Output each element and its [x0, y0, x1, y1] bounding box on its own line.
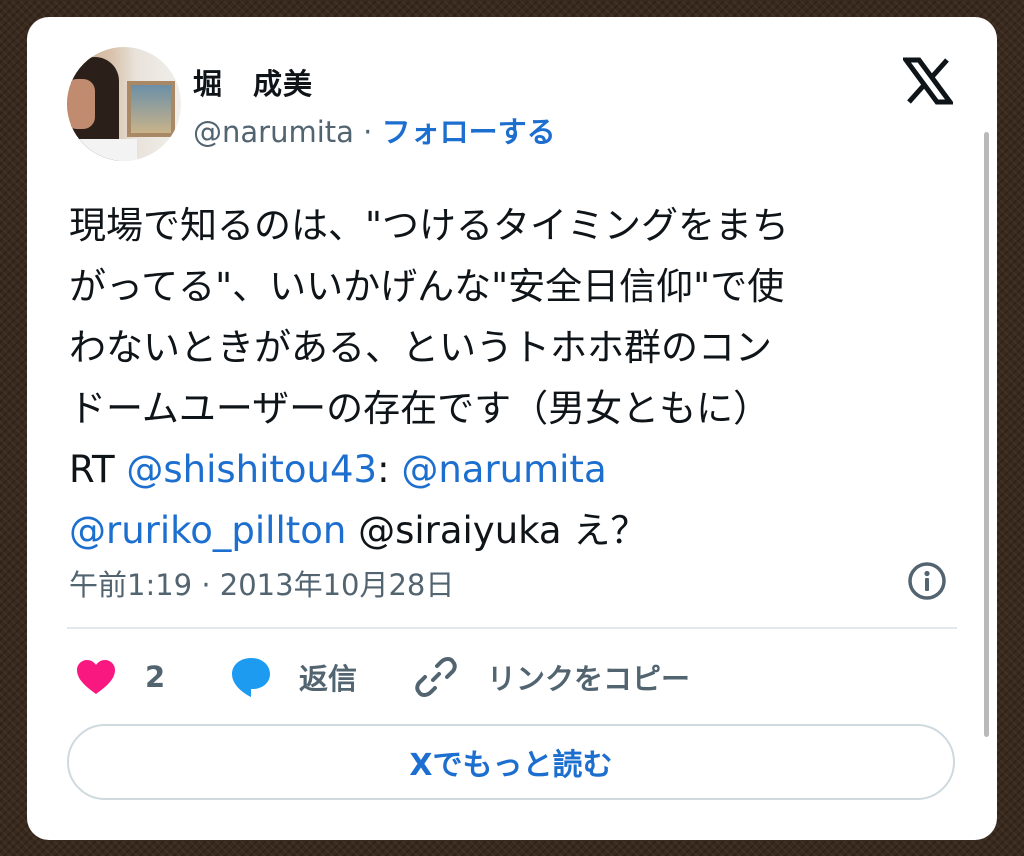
- copy-link-label: リンクをコピー: [487, 662, 691, 696]
- reply-label: 返信: [299, 662, 358, 696]
- author-handle[interactable]: @narumita: [193, 115, 354, 149]
- tweet-line: 現場で知るのは、"つけるタイミングをまち: [69, 204, 790, 247]
- reply-button[interactable]: 返信: [229, 652, 357, 702]
- embedded-tweet-card: 堀 成美 @narumita · フォローする 現場で知るのは、"つけるタイミン…: [27, 17, 997, 840]
- author-handle-row: @narumita · フォローする: [193, 109, 556, 151]
- follow-button[interactable]: フォローする: [382, 115, 556, 149]
- scrollbar[interactable]: [984, 132, 989, 737]
- reply-bubble-icon: [232, 658, 270, 697]
- link-icon: [415, 657, 457, 697]
- like-count: 2: [145, 660, 166, 694]
- colon-text: :: [377, 448, 402, 491]
- rt-prefix: RT: [69, 448, 127, 491]
- info-icon[interactable]: [907, 561, 947, 601]
- tweet-line-mentions: @ruriko_pillton @siraiyuka え？: [69, 500, 959, 561]
- avatar[interactable]: [67, 47, 181, 161]
- like-button[interactable]: 2: [75, 652, 165, 702]
- mention-link[interactable]: @narumita: [401, 448, 606, 491]
- tail-text: @siraiyuka え？: [346, 509, 648, 552]
- handle-separator: ·: [353, 115, 382, 149]
- author-display-name[interactable]: 堀 成美: [193, 61, 313, 103]
- action-bar: 2 返信 リンクをコピー: [27, 652, 997, 702]
- x-logo-icon[interactable]: [903, 57, 953, 105]
- mention-link[interactable]: @shishitou43: [126, 448, 377, 491]
- divider: [67, 627, 957, 629]
- tweet-text: 現場で知るのは、"つけるタイミングをまち がってる"、いいかげんな"安全日信仰"…: [69, 195, 959, 561]
- read-more-on-x-button[interactable]: Xでもっと読む: [67, 724, 955, 800]
- copy-link-button[interactable]: リンクをコピー: [415, 652, 690, 702]
- tweet-line: がってる"、いいかげんな"安全日信仰"で使: [69, 265, 785, 308]
- tweet-line-rt: RT @shishitou43: @narumita: [69, 439, 959, 500]
- heart-icon: [77, 660, 115, 694]
- tweet-line: わないときがある、というトホホ群のコン: [69, 326, 772, 369]
- mention-link[interactable]: @ruriko_pillton: [69, 509, 346, 552]
- tweet-timestamp[interactable]: 午前1:19 · 2013年10月28日: [69, 562, 454, 604]
- tweet-line: ドームユーザーの存在です（男女ともに）: [69, 387, 771, 430]
